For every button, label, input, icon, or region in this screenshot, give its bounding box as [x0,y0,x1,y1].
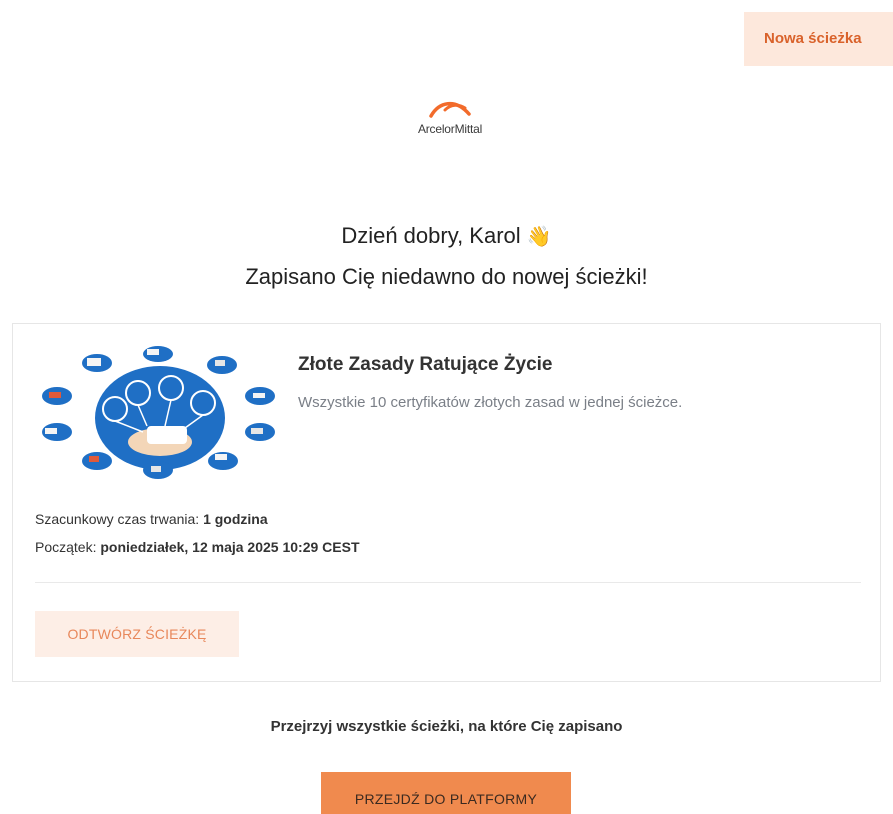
duration-row: Szacunkowy czas trwania: 1 godzina [35,511,268,527]
duration-value: 1 godzina [203,511,268,527]
waving-hand-icon: 👋 [526,226,552,248]
start-row: Początek: poniedziałek, 12 maja 2025 10:… [35,539,360,555]
card-divider [35,582,861,583]
enrollment-message: Zapisano Cię niedawno do nowej ścieżki! [245,264,648,289]
greeting-block: Dzień dobry, Karol 👋 Zapisano Cię niedaw… [0,216,893,297]
course-title[interactable]: Złote Zasady Ratujące Życie [298,354,553,376]
logo-wordmark: ArcelorMittal [417,122,483,136]
browse-paths-text: Przejrzyj wszystkie ścieżki, na które Ci… [270,718,623,735]
course-card: Złote Zasady Ratujące Życie Wszystkie 10… [12,323,881,682]
email-page: Nowa ścieżka ArcelorMittal Dzień dobry, … [0,0,893,814]
start-label: Początek: [35,539,97,555]
duration-label: Szacunkowy czas trwania: [35,511,200,527]
start-value: poniedziałek, 12 maja 2025 10:29 CEST [100,539,360,555]
course-thumbnail[interactable] [35,346,285,486]
new-path-badge: Nowa ścieżka [744,12,893,66]
arcelormittal-logo-icon [429,102,471,118]
go-to-platform-button[interactable]: PRZEJDŹ DO PLATFORMY [321,772,571,814]
greeting-text: Dzień dobry, Karol [341,223,521,248]
course-description: Wszystkie 10 certyfikatów złotych zasad … [298,394,683,411]
open-path-button[interactable]: ODTWÓRZ ŚCIEŻKĘ [35,611,239,657]
arcelormittal-logo: ArcelorMittal [390,96,510,148]
greeting-line: Dzień dobry, Karol 👋 [0,216,893,257]
